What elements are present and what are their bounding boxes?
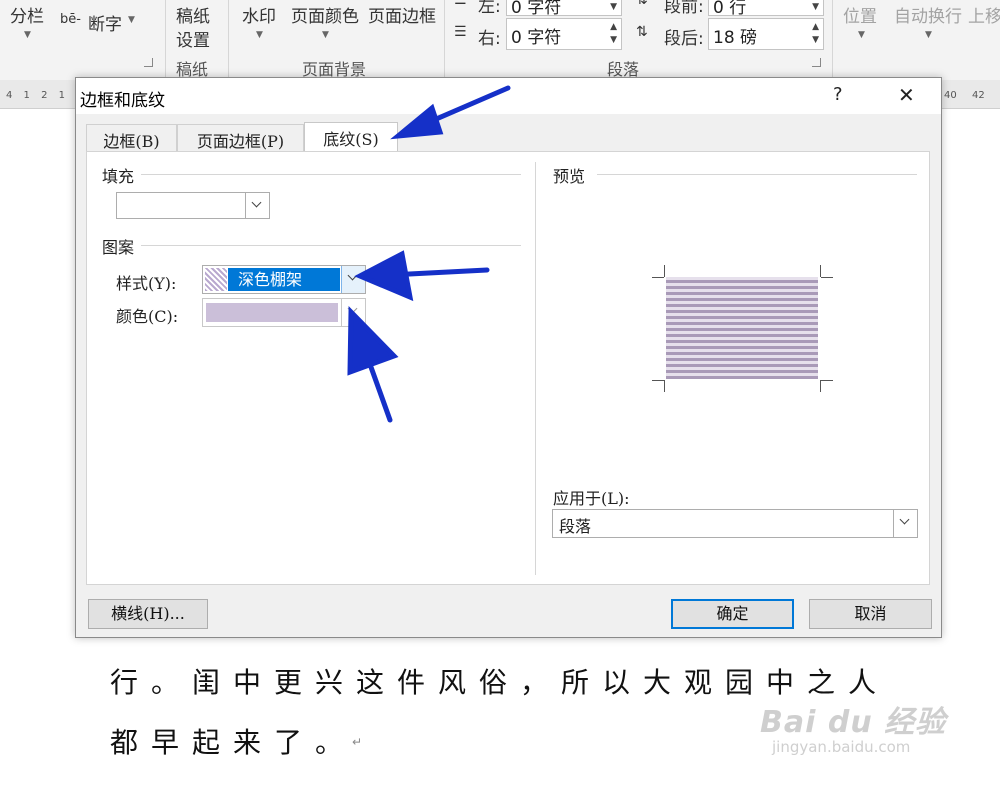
annotation-arrows — [347, 85, 511, 423]
arrow-head — [354, 250, 414, 302]
arrow-head — [347, 305, 399, 376]
arrow-head — [390, 103, 444, 140]
